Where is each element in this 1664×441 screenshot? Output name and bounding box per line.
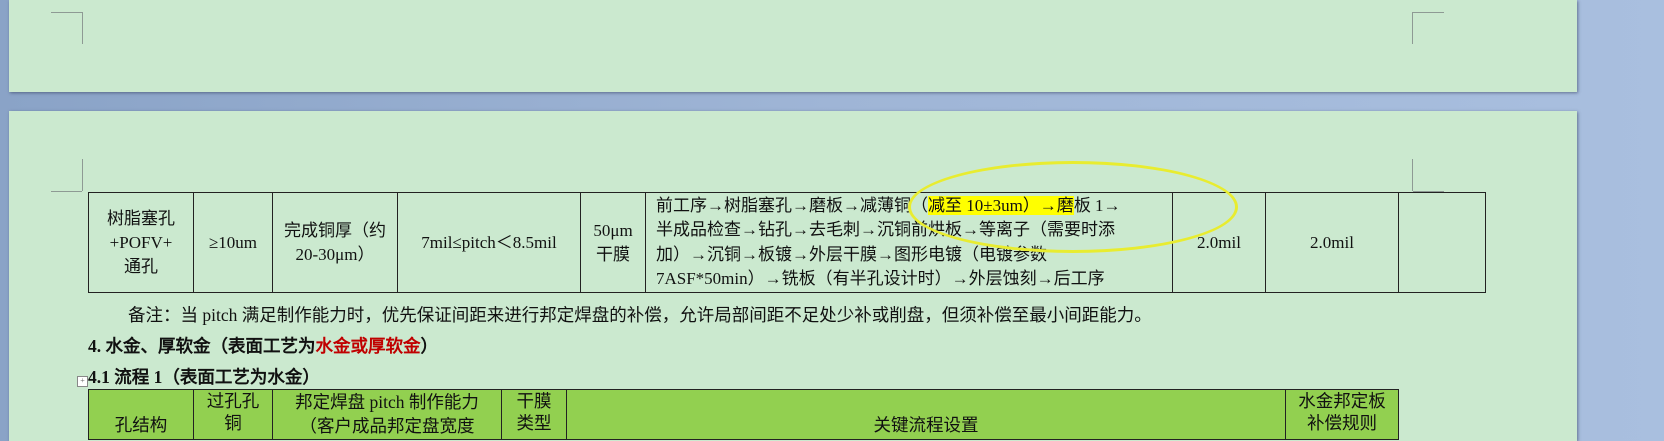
table-row: 树脂塞孔 +POFV+ 通孔 ≥10um 完成铜厚（约 20-30μm） 7mi… [88, 192, 1486, 293]
header-dry-film-type[interactable]: 干膜 类型 [501, 389, 567, 440]
cell-compensation-2[interactable]: 2.0mil [1265, 192, 1399, 293]
header-hole-structure[interactable]: 孔结构 [88, 389, 194, 440]
table-move-handle-icon[interactable]: + [77, 376, 88, 387]
cell-extra[interactable] [1398, 192, 1486, 293]
crop-mark [51, 191, 82, 192]
heading-red-text: 水金或厚软金 [315, 336, 421, 356]
flow-text-before: 前工序→树脂塞孔→磨板→减薄铜（ [656, 195, 928, 215]
header-key-flow[interactable]: 关键流程设置 [566, 389, 1286, 440]
crop-mark [1412, 12, 1413, 44]
table-header-row: 孔结构 过孔孔 铜 邦定焊盘 pitch 制作能力 （客户成品邦定盘宽度 干膜 … [88, 389, 1399, 440]
heading-prefix: 4. 水金、厚软金（表面工艺为 [88, 336, 316, 356]
cell-dry-film[interactable]: 50μm 干膜 [580, 192, 646, 293]
cell-finished-copper[interactable]: 完成铜厚（约 20-30μm） [272, 192, 398, 293]
header-compensation-rule[interactable]: 水金邦定板 补偿规则 [1285, 389, 1399, 440]
cell-copper-plating[interactable]: ≥10um [193, 192, 273, 293]
crop-mark [82, 12, 83, 44]
header-via-copper[interactable]: 过孔孔 铜 [193, 389, 273, 440]
crop-mark [1412, 159, 1413, 191]
annotation-ellipse [908, 161, 1238, 253]
note-paragraph[interactable]: 备注：当 pitch 满足制作能力时，优先保证间距来进行邦定焊盘的补偿，允许局部… [128, 302, 1152, 327]
section-heading-4[interactable]: 4. 水金、厚软金（表面工艺为水金或厚软金） [88, 333, 438, 358]
cell-pitch[interactable]: 7mil≤pitch＜8.5mil [397, 192, 581, 293]
process-table: 树脂塞孔 +POFV+ 通孔 ≥10um 完成铜厚（约 20-30μm） 7mi… [88, 192, 1486, 293]
crop-mark [82, 159, 83, 191]
heading-suffix: ） [420, 336, 439, 356]
document-page-previous [9, 0, 1577, 92]
cell-structure[interactable]: 树脂塞孔 +POFV+ 通孔 [88, 192, 194, 293]
header-pitch-capability[interactable]: 邦定焊盘 pitch 制作能力 （客户成品邦定盘宽度 [272, 389, 502, 440]
crop-mark [51, 12, 82, 13]
flow-1-table-header: 孔结构 过孔孔 铜 邦定焊盘 pitch 制作能力 （客户成品邦定盘宽度 干膜 … [88, 389, 1399, 440]
crop-mark [1413, 12, 1444, 13]
section-heading-4-1[interactable]: 4.1 流程 1（表面工艺为水金） [88, 364, 320, 389]
